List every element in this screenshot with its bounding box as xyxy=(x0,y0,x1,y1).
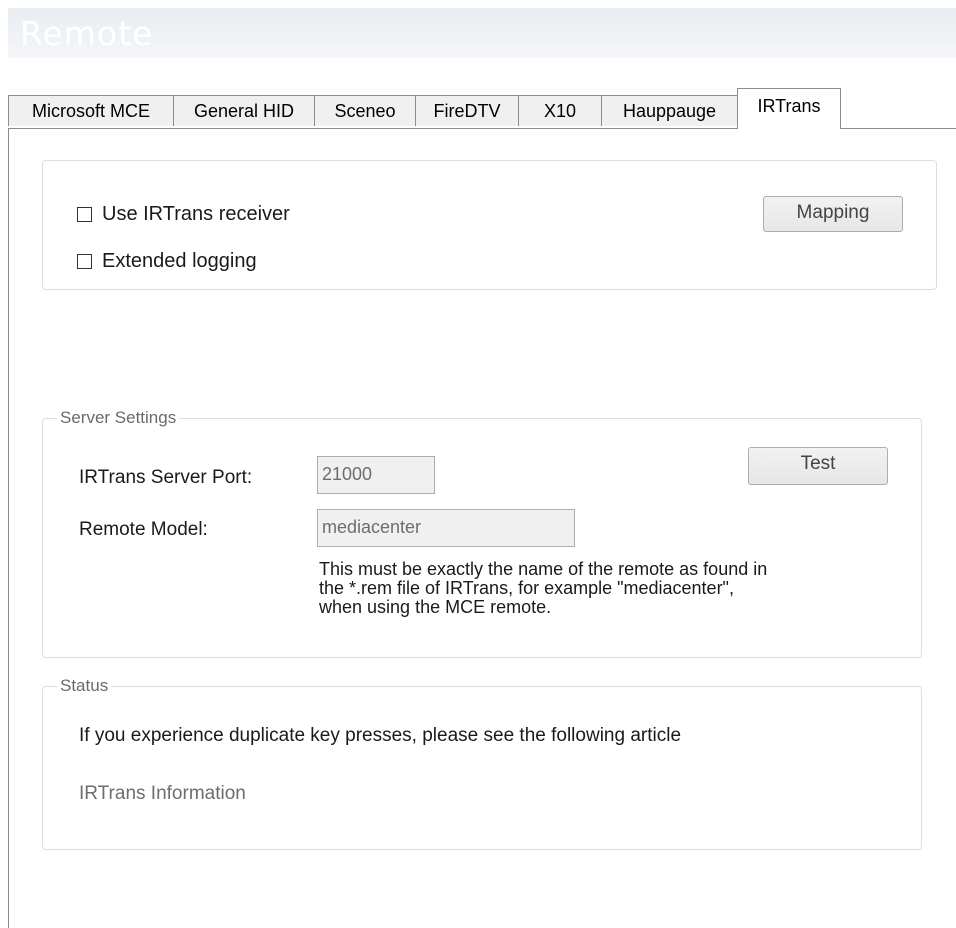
remote-model-hint-line-3: when using the MCE remote. xyxy=(319,597,552,617)
irtrans-information-link[interactable]: IRTrans Information xyxy=(79,783,246,805)
server-settings-group: Server Settings IRTrans Server Port: 210… xyxy=(42,408,922,658)
tab-x10[interactable]: X10 xyxy=(518,95,602,126)
tab-page-border xyxy=(8,128,9,928)
remote-model-hint-line-1: This must be exactly the name of the rem… xyxy=(319,559,768,579)
status-message: If you experience duplicate key presses,… xyxy=(79,725,682,746)
server-port-input[interactable]: 21000 xyxy=(317,456,435,494)
tab-irtrans[interactable]: IRTrans xyxy=(737,88,841,129)
use-irtrans-receiver-checkbox[interactable]: Use IRTrans receiver xyxy=(77,203,290,226)
tab-strip: Microsoft MCE General HID Sceneo FireDTV… xyxy=(8,88,956,129)
tab-sceneo[interactable]: Sceneo xyxy=(314,95,416,126)
tab-hauppauge[interactable]: Hauppauge xyxy=(601,95,738,126)
test-button[interactable]: Test xyxy=(748,447,888,485)
window-title-bar: Remote xyxy=(8,8,956,58)
remote-model-input[interactable]: mediacenter xyxy=(317,509,575,547)
server-settings-legend: Server Settings xyxy=(57,408,180,428)
tab-microsoft-mce[interactable]: Microsoft MCE xyxy=(8,95,174,126)
extended-logging-label: Extended logging xyxy=(102,250,257,272)
mapping-button[interactable]: Mapping xyxy=(763,196,903,232)
port-label: IRTrans Server Port: xyxy=(79,467,253,488)
tab-general-hid[interactable]: General HID xyxy=(173,95,315,126)
use-irtrans-receiver-label: Use IRTrans receiver xyxy=(102,203,290,225)
remote-model-hint-line-2: the *.rem file of IRTrans, for example "… xyxy=(319,578,734,598)
checkbox-box[interactable] xyxy=(77,207,92,222)
remote-model-label: Remote Model: xyxy=(79,519,208,540)
receiver-group: Use IRTrans receiver Extended logging Ma… xyxy=(42,160,937,290)
checkbox-box[interactable] xyxy=(77,254,92,269)
status-group: Status If you experience duplicate key p… xyxy=(42,676,922,850)
tab-firedtv[interactable]: FireDTV xyxy=(415,95,519,126)
status-legend: Status xyxy=(57,676,112,696)
window-title: Remote xyxy=(20,14,154,53)
extended-logging-checkbox[interactable]: Extended logging xyxy=(77,250,257,273)
